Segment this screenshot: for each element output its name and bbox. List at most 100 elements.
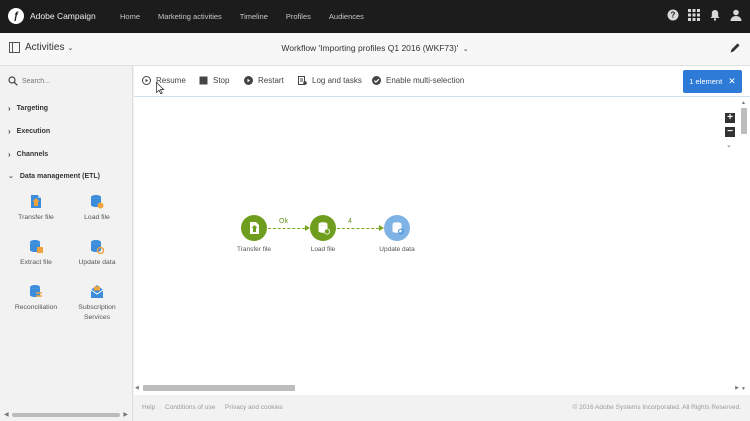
workflow-toolbar: Resume Stop Restart Log and tasks Enable… — [134, 66, 750, 97]
scroll-right-icon[interactable]: ▶ — [735, 385, 739, 391]
chevron-down-icon: ⌄ — [8, 173, 14, 180]
close-icon[interactable]: ✕ — [728, 76, 736, 87]
link-transfer-to-load[interactable] — [268, 228, 305, 229]
reconciliation-icon — [30, 285, 42, 297]
tile-update-data[interactable]: Update data — [67, 239, 127, 268]
node-update-data[interactable] — [384, 215, 410, 241]
sidebar-horizontal-scrollbar[interactable]: ◀ ▶ — [4, 412, 128, 418]
log-and-tasks-button[interactable]: Log and tasks — [298, 76, 362, 85]
play-circle-icon — [142, 76, 151, 85]
tile-transfer-file[interactable]: Transfer file — [6, 194, 66, 223]
tile-reconciliation[interactable]: Reconciliation — [6, 284, 66, 313]
bell-icon[interactable] — [709, 9, 721, 21]
workflow-title[interactable]: Workflow 'Importing profiles Q1 2016 (WK… — [0, 43, 750, 53]
brand[interactable]: ƒ Adobe Campaign — [8, 8, 96, 24]
horizontal-scroll-thumb[interactable] — [143, 385, 295, 391]
sidebar-scroll-thumb[interactable] — [12, 413, 120, 417]
enable-multi-selection-button[interactable]: Enable multi-selection — [372, 76, 464, 85]
group-channels[interactable]: › Channels — [8, 150, 48, 159]
tile-label: Subscription Services — [78, 304, 116, 321]
page-footer: Help Conditions of use Privacy and cooki… — [134, 395, 750, 421]
node-label: Update data — [379, 246, 415, 253]
restart-label: Restart — [258, 76, 284, 85]
chevron-down-icon: ⌄ — [462, 46, 469, 53]
scroll-right-icon[interactable]: ▶ — [123, 411, 128, 418]
file-transfer-icon — [249, 222, 259, 234]
group-label: Data management (ETL) — [19, 172, 100, 180]
node-transfer-file[interactable] — [241, 215, 267, 241]
nav-home[interactable]: Home — [120, 12, 140, 21]
link-label: 4 — [348, 218, 352, 225]
workflow-header: Activities ⌄ Workflow 'Importing profile… — [0, 33, 750, 66]
stop-button[interactable]: Stop — [199, 76, 229, 85]
help-icon[interactable]: ? — [667, 9, 679, 21]
load-file-icon — [318, 222, 330, 235]
scroll-up-icon[interactable]: ▲ — [741, 100, 746, 106]
tile-extract-file[interactable]: Extract file — [6, 239, 66, 268]
workflow-title-text: Workflow 'Importing profiles Q1 2016 (WK… — [281, 43, 459, 53]
canvas-horizontal-scrollbar[interactable]: ◀ ▶ — [134, 383, 740, 393]
enable-multi-selection-label: Enable multi-selection — [386, 76, 465, 85]
nav-audiences[interactable]: Audiences — [329, 12, 364, 21]
footer-help-link[interactable]: Help — [142, 404, 155, 411]
footer-terms-link[interactable]: Conditions of use — [165, 404, 215, 411]
update-data-icon — [91, 240, 104, 254]
link-load-to-update[interactable] — [337, 228, 379, 229]
top-icons: ? — [658, 9, 742, 21]
main-nav: Home Marketing activities Timeline Profi… — [120, 0, 382, 33]
pencil-icon[interactable] — [729, 42, 741, 54]
group-execution[interactable]: › Execution — [8, 127, 50, 136]
scroll-down-icon[interactable]: ▼ — [741, 386, 746, 392]
scroll-left-icon[interactable]: ◀ — [135, 385, 139, 391]
tile-label: Reconciliation — [14, 304, 58, 311]
activity-search — [8, 76, 122, 86]
canvas-vertical-scrollbar[interactable]: ▲ ▼ — [740, 100, 748, 392]
group-label: Targeting — [16, 105, 49, 112]
apps-grid-icon[interactable] — [688, 9, 700, 21]
selection-count-label: 1 element — [689, 77, 723, 86]
user-icon[interactable] — [730, 9, 742, 21]
tile-label: Extract file — [20, 259, 52, 266]
tile-label: Load file — [84, 214, 110, 221]
restart-icon — [244, 76, 253, 85]
nav-timeline[interactable]: Timeline — [240, 12, 268, 21]
stop-label: Stop — [213, 76, 230, 85]
load-file-icon — [91, 195, 104, 209]
group-label: Channels — [16, 151, 49, 158]
zoom-in-button[interactable]: + — [725, 113, 735, 123]
tile-label: Transfer file — [18, 214, 54, 221]
tile-subscription-services[interactable]: Subscription Services — [67, 284, 127, 323]
update-data-icon — [392, 222, 404, 235]
tile-label: Update data — [78, 259, 116, 266]
footer-copyright: © 2016 Adobe Systems Incorporated. All R… — [572, 404, 741, 411]
adobe-campaign-logo-icon: ƒ — [8, 8, 24, 24]
zoom-out-button[interactable]: − — [725, 127, 735, 137]
app-name: Adobe Campaign — [30, 11, 96, 21]
link-label: Ok — [279, 218, 288, 225]
check-circle-icon — [372, 76, 381, 85]
tile-load-file[interactable]: Load file — [67, 194, 127, 223]
restart-button[interactable]: Restart — [244, 76, 284, 85]
search-icon — [8, 76, 18, 86]
search-input[interactable] — [22, 77, 122, 85]
footer-privacy-link[interactable]: Privacy and cookies — [225, 404, 283, 411]
nav-profiles[interactable]: Profiles — [286, 12, 311, 21]
subscription-envelope-icon — [90, 285, 104, 298]
selection-count-button[interactable]: 1 element ✕ — [683, 70, 742, 93]
nav-marketing-activities[interactable]: Marketing activities — [158, 12, 222, 21]
svg-text:?: ? — [671, 11, 676, 20]
group-label: Execution — [16, 128, 51, 135]
node-label: Transfer file — [236, 246, 272, 253]
node-load-file[interactable] — [310, 215, 336, 241]
log-and-tasks-label: Log and tasks — [312, 76, 362, 85]
group-data-management[interactable]: ⌄ Data management (ETL) — [8, 172, 100, 181]
stop-icon — [199, 76, 208, 85]
scroll-left-icon[interactable]: ◀ — [4, 411, 9, 418]
file-transfer-icon — [31, 195, 41, 208]
chevron-down-icon[interactable]: ⌄ — [726, 141, 732, 149]
vertical-scroll-thumb[interactable] — [741, 108, 747, 134]
group-targeting[interactable]: › Targeting — [8, 104, 48, 113]
chevron-right-icon: › — [8, 127, 11, 136]
mouse-pointer-icon — [156, 82, 165, 94]
log-icon — [298, 76, 307, 85]
